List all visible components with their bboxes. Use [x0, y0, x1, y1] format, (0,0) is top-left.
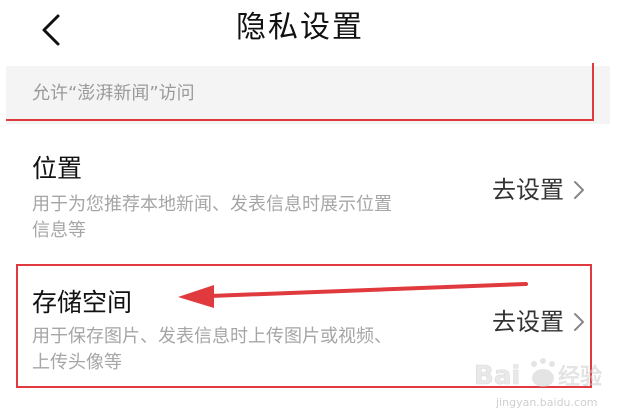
chevron-right-icon	[574, 313, 584, 331]
setting-row-description-line: 用于保存图片、发表信息时上传图片或视频、	[32, 326, 392, 347]
go-settings-button[interactable]: 去设置	[492, 174, 586, 206]
watermark-url: jingyan.baidu.com	[496, 396, 598, 409]
chevron-right-icon	[574, 181, 584, 199]
setting-row-title: 位置	[32, 154, 83, 183]
setting-row-storage[interactable]: 存储空间 用于保存图片、发表信息时上传图片或视频、 上传头像等 去设置	[6, 266, 610, 388]
setting-row-description-line: 上传头像等	[32, 352, 122, 373]
go-settings-label: 去设置	[492, 308, 564, 336]
section-header-label: 允许“澎湃新闻”访问	[32, 83, 195, 104]
setting-row-title: 存储空间	[32, 288, 133, 317]
go-settings-label: 去设置	[492, 176, 564, 204]
setting-row-description-line: 信息等	[32, 220, 86, 241]
go-settings-button[interactable]: 去设置	[492, 306, 586, 338]
privacy-settings-page: 隐私设置 允许“澎湃新闻”访问 位置 用于为您推荐本地新闻、发表信息时展示位置 …	[0, 0, 639, 417]
nav-header: 隐私设置	[0, 0, 639, 60]
setting-row-description: 用于为您推荐本地新闻、发表信息时展示位置 信息等	[32, 192, 452, 244]
setting-row-description: 用于保存图片、发表信息时上传图片或视频、 上传头像等	[32, 324, 452, 376]
setting-row-location[interactable]: 位置 用于为您推荐本地新闻、发表信息时展示位置 信息等 去设置	[6, 136, 610, 252]
section-header: 允许“澎湃新闻”访问	[6, 66, 610, 124]
page-title: 隐私设置	[236, 10, 364, 45]
setting-row-description-line: 用于为您推荐本地新闻、发表信息时展示位置	[32, 194, 392, 215]
